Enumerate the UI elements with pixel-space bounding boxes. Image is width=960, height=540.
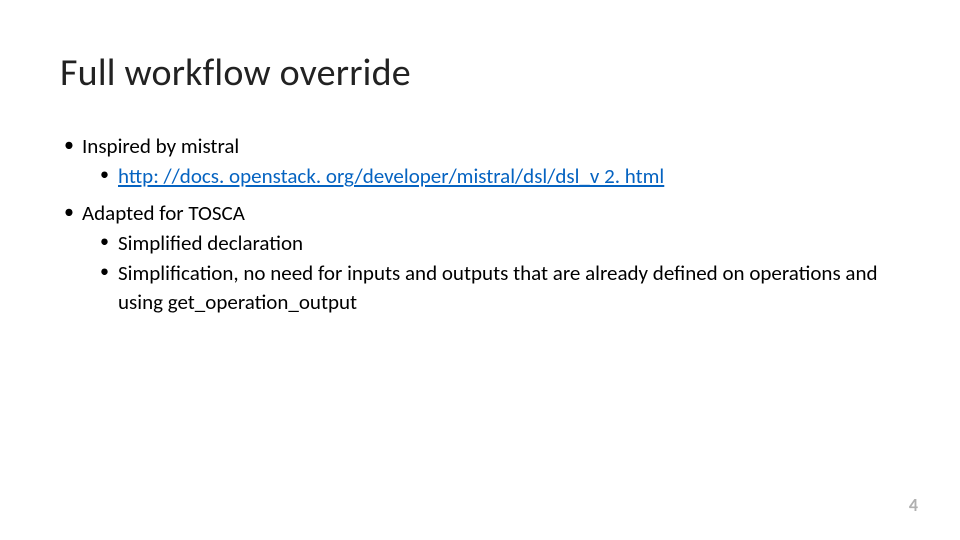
bullet-inspired: Inspired by mistral (60, 132, 900, 160)
slide-content: Inspired by mistral http: //docs. openst… (60, 132, 900, 316)
slide-title: Full workflow override (60, 50, 900, 96)
mistral-docs-link[interactable]: http: //docs. openstack. org/developer/m… (118, 163, 664, 189)
bullet-list: Inspired by mistral http: //docs. openst… (60, 132, 900, 316)
bullet-link: http: //docs. openstack. org/developer/m… (60, 162, 900, 190)
page-number: 4 (909, 494, 918, 516)
bullet-simplification: Simplification, no need for inputs and o… (60, 259, 900, 316)
slide: Full workflow override Inspired by mistr… (0, 0, 960, 540)
bullet-simplified-decl: Simplified declaration (60, 229, 900, 257)
bullet-adapted: Adapted for TOSCA (60, 199, 900, 227)
